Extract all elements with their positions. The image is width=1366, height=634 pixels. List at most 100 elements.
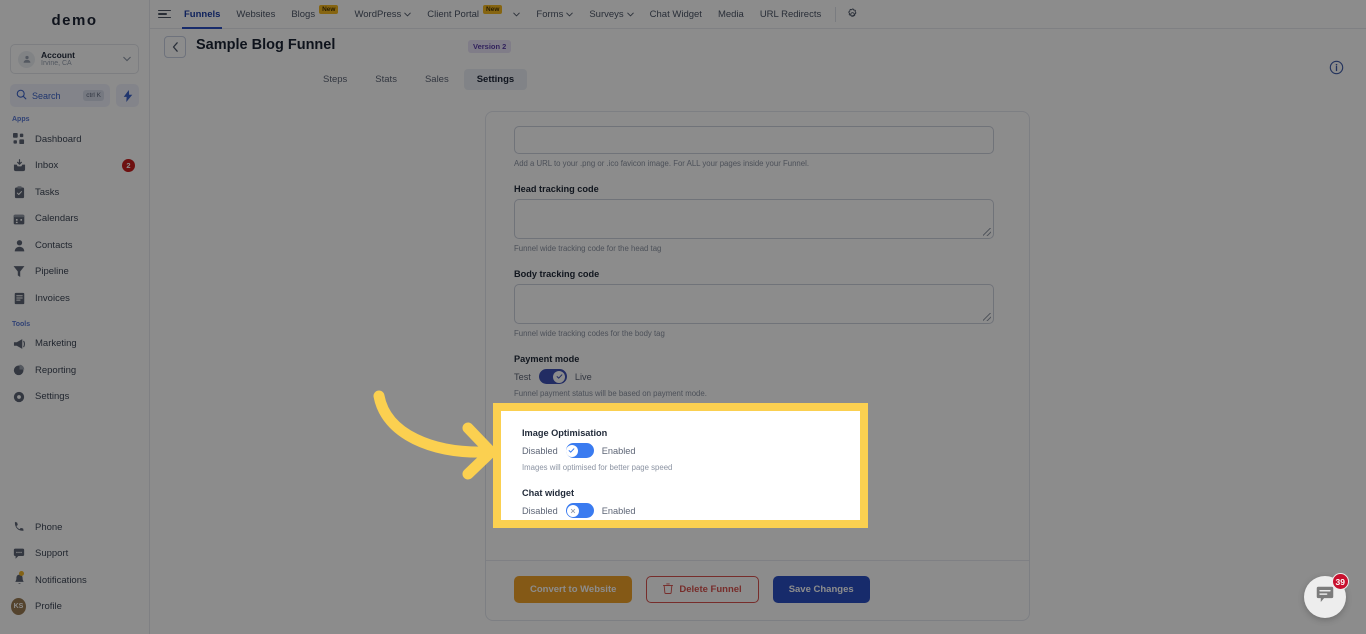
button-label: Convert to Website xyxy=(530,584,617,595)
tab-label: Funnels xyxy=(184,8,221,20)
sidebar-item-label: Contacts xyxy=(35,239,73,251)
save-changes-button[interactable]: Save Changes xyxy=(772,576,870,603)
highlight-image-optimisation-hint: Images will optimised for better page sp… xyxy=(522,463,673,472)
tab-url-redirects[interactable]: URL Redirects xyxy=(752,0,829,29)
gear-icon[interactable] xyxy=(842,4,862,24)
sidebar-item-dashboard[interactable]: Dashboard xyxy=(0,126,149,153)
sidebar-item-label: Marketing xyxy=(35,338,77,350)
tab-chat-widget[interactable]: Chat Widget xyxy=(642,0,710,29)
tab-wordpress[interactable]: WordPress xyxy=(346,0,419,29)
back-button[interactable] xyxy=(164,36,186,58)
settings-card: Add a URL to your .png or .ico favicon i… xyxy=(485,111,1030,621)
favicon-url-input[interactable] xyxy=(514,126,994,154)
tab-label: URL Redirects xyxy=(759,8,822,20)
payment-mode-toggle[interactable] xyxy=(538,369,567,384)
payment-mode-label: Payment mode xyxy=(514,354,580,364)
chevron-down-icon xyxy=(513,9,521,20)
highlight-chat-widget-toggle[interactable] xyxy=(565,503,594,518)
head-tracking-textarea[interactable] xyxy=(514,199,994,239)
tab-label: Chat Widget xyxy=(649,8,702,20)
phone-icon xyxy=(12,520,26,534)
tab-forms[interactable]: Forms xyxy=(528,0,581,29)
tab-stats[interactable]: Stats xyxy=(362,69,410,90)
sidebar-item-contacts[interactable]: Contacts xyxy=(0,232,149,259)
trash-icon xyxy=(663,582,674,597)
check-icon xyxy=(556,374,563,379)
version-badge: Version 2 xyxy=(468,40,512,53)
tab-steps[interactable]: Steps xyxy=(310,69,360,90)
tab-sales[interactable]: Sales xyxy=(412,69,462,90)
chevron-down-icon xyxy=(404,9,412,20)
tab-client-portal[interactable]: Client Portal New xyxy=(419,0,528,29)
sidebar-item-pipeline[interactable]: Pipeline xyxy=(0,259,149,286)
sidebar-item-label: Tasks xyxy=(35,186,60,198)
highlight-image-optimisation-on-label: Enabled xyxy=(601,445,636,456)
resize-handle[interactable] xyxy=(983,313,991,321)
info-circle-icon[interactable] xyxy=(1329,60,1344,80)
search-input[interactable]: Search ctrl K xyxy=(10,84,110,107)
toggle-knob xyxy=(553,370,566,383)
sidebar-item-calendars[interactable]: Calendars xyxy=(0,206,149,233)
payment-mode-off-label: Test xyxy=(514,371,531,382)
body-tracking-textarea[interactable] xyxy=(514,284,994,324)
sidebar: demo Account Irvine, CA Search ctrl K Ap… xyxy=(0,0,150,634)
content-area: Add a URL to your .png or .ico favicon i… xyxy=(150,97,1366,634)
button-label: Delete Funnel xyxy=(679,584,742,595)
chat-unread-badge: 39 xyxy=(1331,573,1349,590)
sidebar-item-reporting[interactable]: Reporting xyxy=(0,357,149,384)
highlight-content: Image Optimisation Disabled Enabled Imag… xyxy=(501,411,860,518)
sidebar-item-settings[interactable]: Settings xyxy=(0,384,149,411)
highlight-chat-widget-row: Disabled Enabled xyxy=(522,503,860,518)
sidebar-item-support[interactable]: Support xyxy=(0,541,149,568)
highlight-image-optimisation-toggle[interactable] xyxy=(565,443,594,458)
tab-label: Surveys xyxy=(589,8,624,20)
bolt-icon[interactable] xyxy=(116,84,139,107)
sidebar-item-profile[interactable]: KS Profile xyxy=(0,594,149,621)
sidebar-item-marketing[interactable]: Marketing xyxy=(0,331,149,358)
invoice-document-icon xyxy=(12,291,26,305)
tab-label: Settings xyxy=(476,74,515,85)
highlight-image-optimisation-label: Image Optimisation xyxy=(522,428,608,438)
gear-icon xyxy=(12,390,26,404)
convert-to-website-button[interactable]: Convert to Website xyxy=(514,576,633,603)
search-shortcut: ctrl K xyxy=(83,90,104,101)
delete-funnel-button[interactable]: Delete Funnel xyxy=(646,576,759,603)
chat-bubble-icon xyxy=(1314,584,1336,611)
user-circle-icon xyxy=(18,50,35,68)
body-tracking-hint: Funnel wide tracking codes for the body … xyxy=(514,329,665,338)
tab-websites[interactable]: Websites xyxy=(228,0,283,29)
brand-logo[interactable]: demo xyxy=(0,0,149,30)
sidebar-item-phone[interactable]: Phone xyxy=(0,514,149,541)
check-icon xyxy=(568,448,575,453)
tab-label: Media xyxy=(717,8,744,20)
hamburger-menu-icon[interactable] xyxy=(154,9,176,19)
tab-label: Websites xyxy=(236,8,276,20)
page-header: Sample Blog Funnel Version 2 Steps Stats… xyxy=(150,29,1366,97)
avatar-icon: KS xyxy=(11,598,26,616)
chevron-down-icon xyxy=(566,9,574,20)
tab-funnels[interactable]: Funnels xyxy=(176,0,228,29)
search-label: Search xyxy=(32,90,61,101)
tab-blogs[interactable]: Blogs New xyxy=(283,0,346,29)
chat-launcher-button[interactable]: 39 xyxy=(1304,573,1349,618)
resize-handle[interactable] xyxy=(983,228,991,236)
sidebar-item-inbox[interactable]: Inbox 2 xyxy=(0,153,149,180)
avatar-initials: KS xyxy=(11,598,26,616)
new-badge: New xyxy=(483,4,503,14)
top-navigation-bar: Funnels Websites Blogs New WordPress Cli… xyxy=(150,0,1366,29)
sidebar-item-label: Reporting xyxy=(35,364,77,376)
tab-media[interactable]: Media xyxy=(710,0,752,29)
tab-settings[interactable]: Settings xyxy=(463,69,528,90)
tab-surveys[interactable]: Surveys xyxy=(581,0,641,29)
payment-mode-row: Test Live xyxy=(514,369,1001,384)
sidebar-section-apps: Apps xyxy=(12,116,30,123)
top-nav-items: Funnels Websites Blogs New WordPress Cli… xyxy=(176,0,862,29)
account-switcher[interactable]: Account Irvine, CA xyxy=(10,44,139,74)
sidebar-item-tasks[interactable]: Tasks xyxy=(0,179,149,206)
sidebar-item-invoices[interactable]: Invoices xyxy=(0,285,149,312)
sidebar-item-label: Profile xyxy=(35,601,62,613)
page-title: Sample Blog Funnel xyxy=(196,37,336,53)
app-root: demo Account Irvine, CA Search ctrl K Ap… xyxy=(0,0,1366,634)
sidebar-item-notifications[interactable]: Notifications xyxy=(0,567,149,594)
